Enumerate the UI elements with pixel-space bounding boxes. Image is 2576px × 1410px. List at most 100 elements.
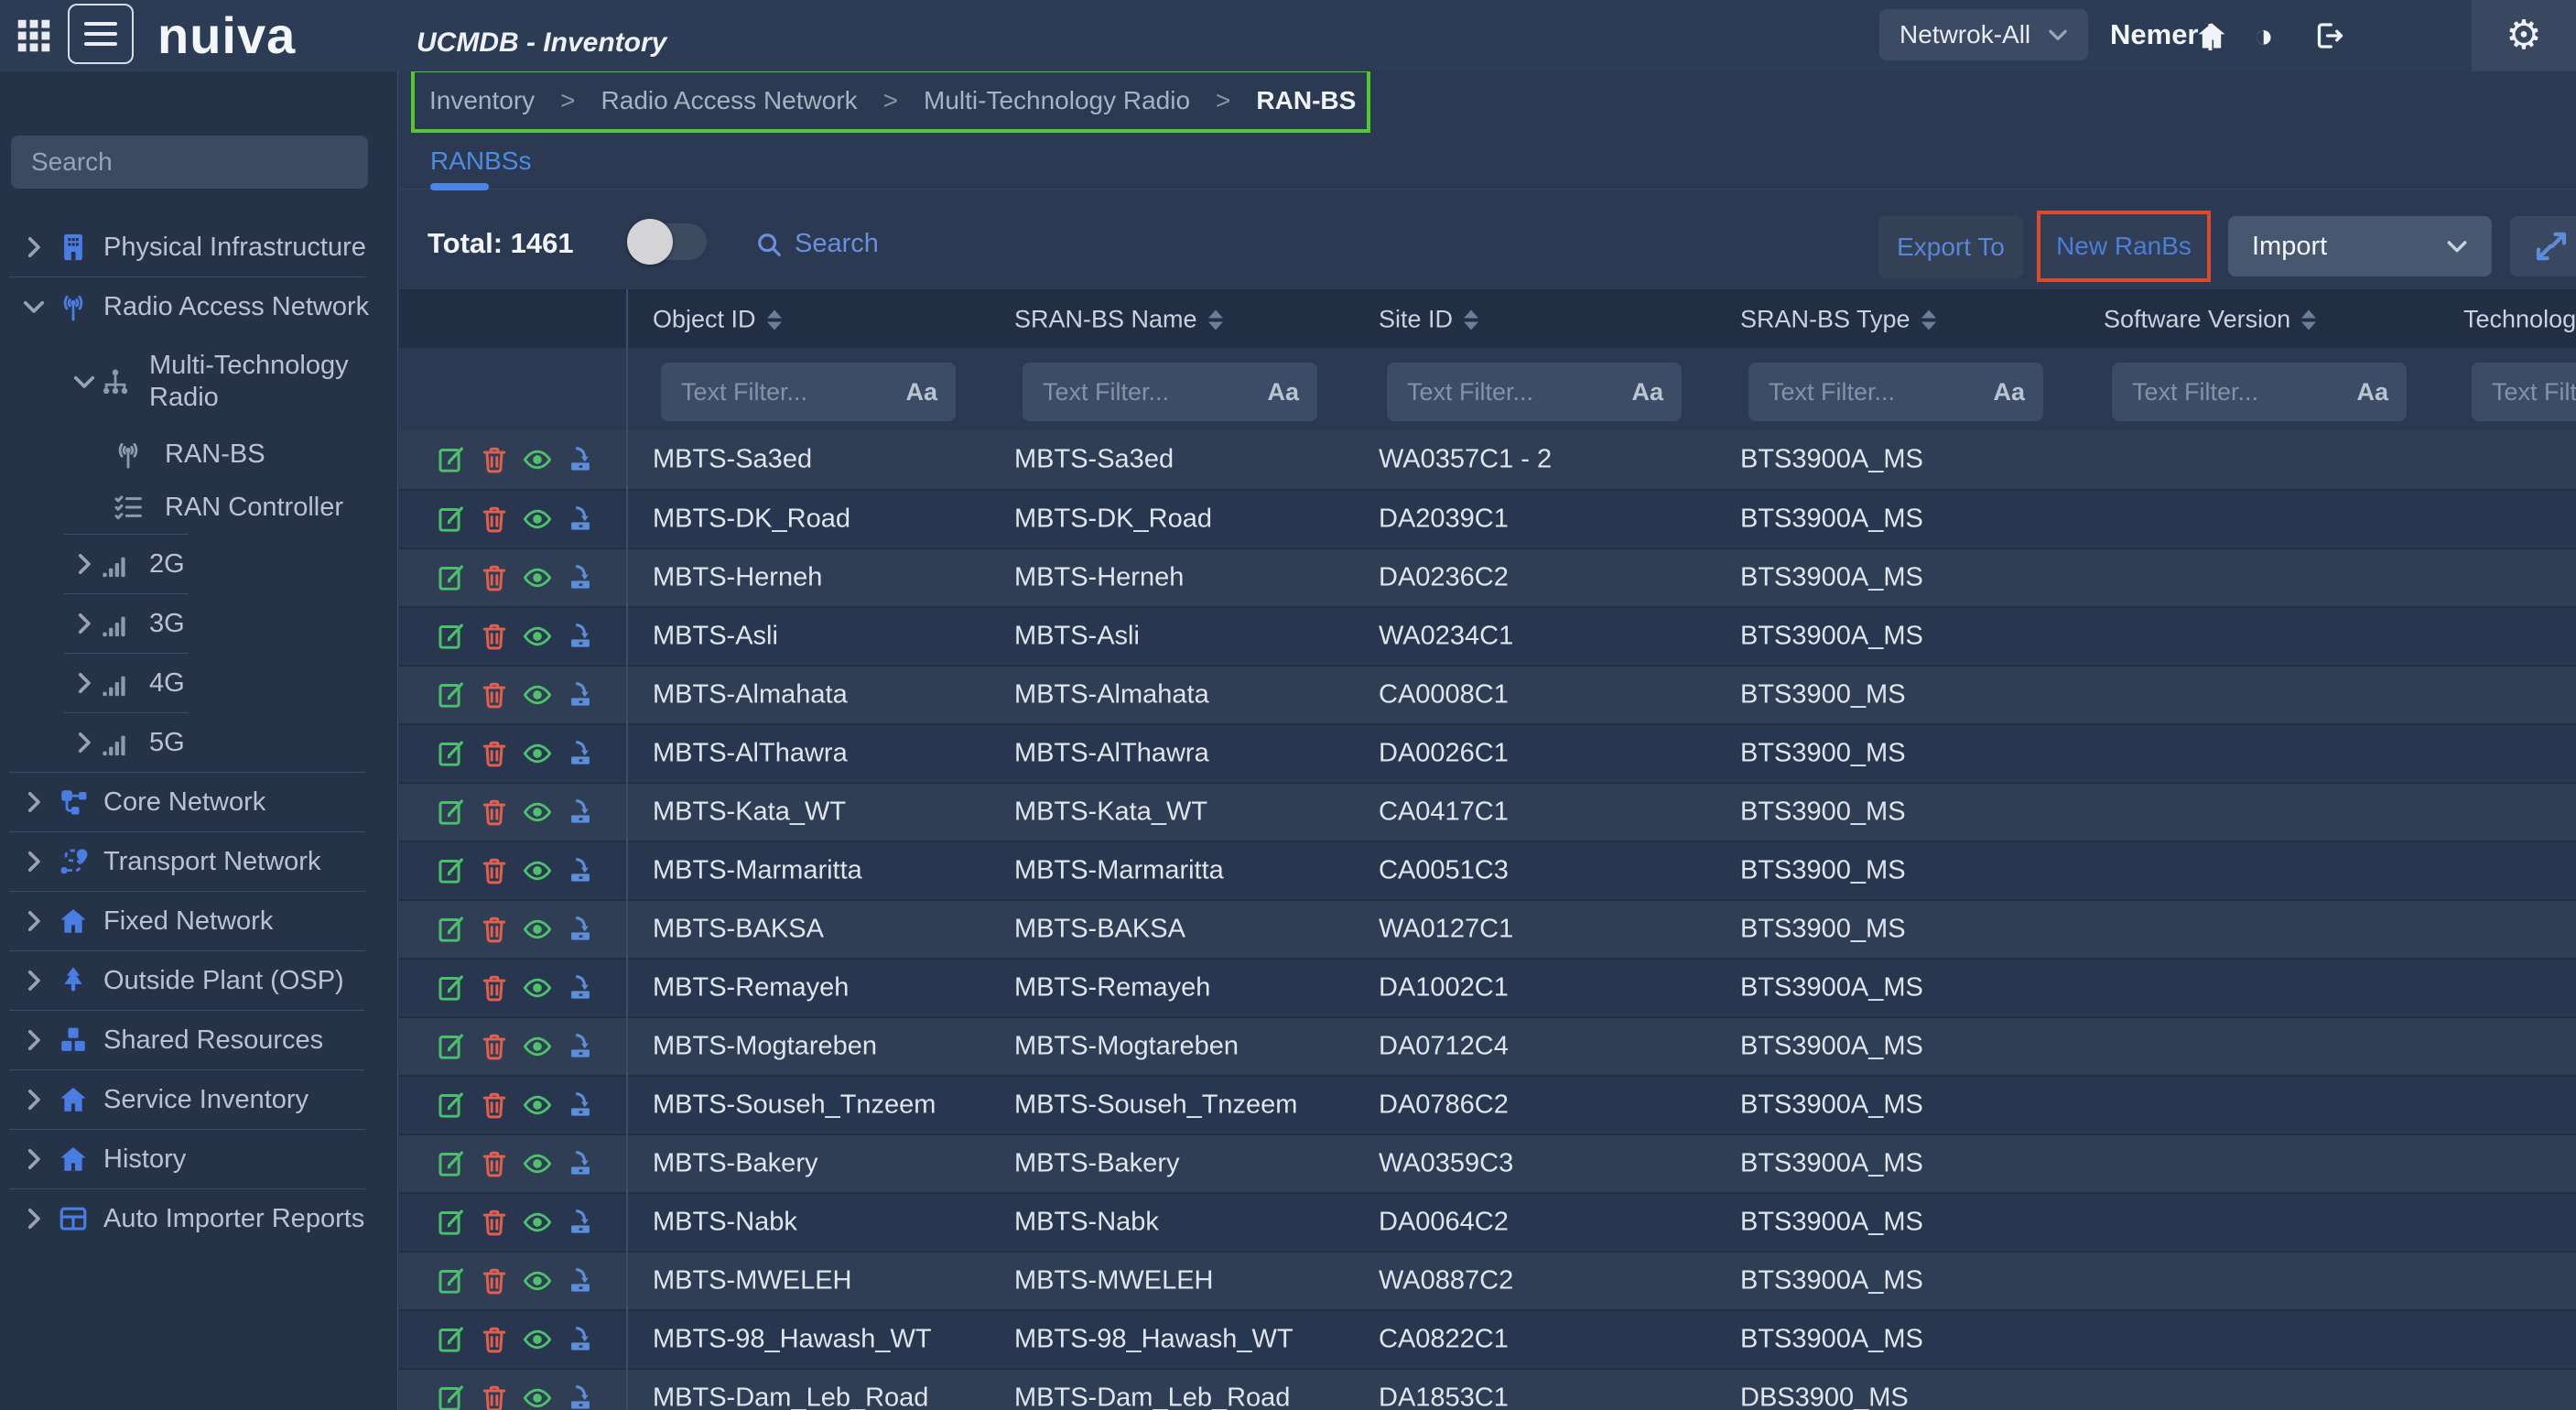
sidebar-item-ran-bs[interactable]: RAN-BS <box>0 428 397 481</box>
network-selector[interactable]: Netwrok-All <box>1879 9 2088 60</box>
delete-icon[interactable] <box>479 855 510 886</box>
text-filter-input[interactable] <box>1023 378 1267 407</box>
sidebar-item-core-network[interactable]: Core Network <box>0 773 397 831</box>
edit-icon[interactable] <box>436 914 467 945</box>
breadcrumb-item[interactable]: Multi-Technology Radio <box>924 86 1190 115</box>
expand-table-button[interactable] <box>2510 216 2576 277</box>
chevron-right-icon[interactable] <box>18 1025 49 1056</box>
sidebar-item-fixed-network[interactable]: Fixed Network <box>0 892 397 950</box>
download-icon[interactable] <box>565 444 596 475</box>
edit-icon[interactable] <box>436 797 467 828</box>
sort-icon[interactable] <box>1208 310 1223 331</box>
delete-icon[interactable] <box>479 1383 510 1410</box>
text-filter-input[interactable] <box>661 378 905 407</box>
sidebar-item-shared-resources[interactable]: Shared Resources <box>0 1011 397 1069</box>
column-header-sran-bs-type[interactable]: SRAN-BS Type <box>1740 305 1936 333</box>
toggle-knob[interactable] <box>627 219 673 265</box>
filter-toggle[interactable] <box>630 223 707 260</box>
column-header-object-id[interactable]: Object ID <box>653 305 782 333</box>
text-filter-input[interactable] <box>2472 378 2576 407</box>
view-icon[interactable] <box>522 1090 553 1121</box>
sort-icon[interactable] <box>2301 310 2316 331</box>
edit-icon[interactable] <box>436 679 467 710</box>
view-icon[interactable] <box>522 504 553 535</box>
download-icon[interactable] <box>565 1031 596 1062</box>
delete-icon[interactable] <box>479 1090 510 1121</box>
view-icon[interactable] <box>522 855 553 886</box>
delete-icon[interactable] <box>479 1148 510 1179</box>
delete-icon[interactable] <box>479 797 510 828</box>
sidebar-item-service-inventory[interactable]: Service Inventory <box>0 1070 397 1129</box>
text-filter-input[interactable] <box>1748 378 1993 407</box>
chevron-right-icon[interactable] <box>18 906 49 937</box>
view-icon[interactable] <box>522 797 553 828</box>
contrast-icon[interactable]: ◑ <box>2254 19 2287 52</box>
view-icon[interactable] <box>522 1265 553 1296</box>
view-icon[interactable] <box>522 444 553 475</box>
new-ranbs-button[interactable]: New RanBs <box>2040 214 2207 278</box>
download-icon[interactable] <box>565 1207 596 1238</box>
column-header-site-id[interactable]: Site ID <box>1379 305 1478 333</box>
delete-icon[interactable] <box>479 679 510 710</box>
download-icon[interactable] <box>565 1265 596 1296</box>
sidebar-item-physical-infrastructure[interactable]: Physical Infrastructure <box>0 218 397 277</box>
column-header-software-version[interactable]: Software Version <box>2104 305 2316 333</box>
logout-icon[interactable] <box>2312 19 2345 52</box>
sidebar-item-history[interactable]: History <box>0 1130 397 1188</box>
edit-icon[interactable] <box>436 1383 467 1410</box>
text-filter-input[interactable] <box>2112 378 2356 407</box>
delete-icon[interactable] <box>479 1207 510 1238</box>
sidebar-item-3g[interactable]: 3G <box>0 594 397 653</box>
download-icon[interactable] <box>565 504 596 535</box>
sidebar-item-outside-plant-osp[interactable]: Outside Plant (OSP) <box>0 951 397 1010</box>
chevron-right-icon[interactable] <box>69 548 100 580</box>
chevron-right-icon[interactable] <box>18 1144 49 1175</box>
case-sensitive-toggle[interactable]: Aa <box>1631 378 1682 407</box>
chevron-right-icon[interactable] <box>18 786 49 818</box>
text-filter-input[interactable] <box>1387 378 1631 407</box>
sidebar-item-ran-controller[interactable]: RAN Controller <box>0 481 397 534</box>
delete-icon[interactable] <box>479 444 510 475</box>
chevron-down-icon[interactable] <box>69 366 100 397</box>
sort-icon[interactable] <box>1921 310 1936 331</box>
delete-icon[interactable] <box>479 1031 510 1062</box>
download-icon[interactable] <box>565 562 596 593</box>
case-sensitive-toggle[interactable]: Aa <box>1267 378 1317 407</box>
edit-icon[interactable] <box>436 972 467 1003</box>
app-launcher-icon[interactable] <box>13 15 55 57</box>
view-icon[interactable] <box>522 621 553 652</box>
settings-panel[interactable]: ⚙ <box>2472 0 2576 71</box>
download-icon[interactable] <box>565 1324 596 1355</box>
view-icon[interactable] <box>522 562 553 593</box>
case-sensitive-toggle[interactable]: Aa <box>905 378 956 407</box>
edit-icon[interactable] <box>436 504 467 535</box>
delete-icon[interactable] <box>479 972 510 1003</box>
chevron-right-icon[interactable] <box>69 667 100 699</box>
edit-icon[interactable] <box>436 1090 467 1121</box>
view-icon[interactable] <box>522 914 553 945</box>
gear-icon[interactable]: ⚙ <box>2506 16 2541 56</box>
delete-icon[interactable] <box>479 738 510 769</box>
chevron-down-icon[interactable] <box>18 291 49 322</box>
breadcrumb-item[interactable]: Inventory <box>429 86 535 115</box>
delete-icon[interactable] <box>479 1324 510 1355</box>
chevron-right-icon[interactable] <box>18 1203 49 1234</box>
edit-icon[interactable] <box>436 621 467 652</box>
delete-icon[interactable] <box>479 1265 510 1296</box>
download-icon[interactable] <box>565 621 596 652</box>
sidebar-item-auto-importer-reports[interactable]: Auto Importer Reports <box>0 1189 397 1248</box>
table-search-button[interactable]: Search <box>754 229 879 259</box>
breadcrumb-item[interactable]: Radio Access Network <box>601 86 858 115</box>
delete-icon[interactable] <box>479 914 510 945</box>
chevron-right-icon[interactable] <box>18 965 49 996</box>
sidebar-item-4g[interactable]: 4G <box>0 654 397 712</box>
sidebar-item-5g[interactable]: 5G <box>0 713 397 772</box>
download-icon[interactable] <box>565 1148 596 1179</box>
sidebar-item-multi-technology-radio[interactable]: Multi-Technology Radio <box>0 336 397 428</box>
chevron-right-icon[interactable] <box>18 846 49 877</box>
view-icon[interactable] <box>522 972 553 1003</box>
export-to-button[interactable]: Export To <box>1878 216 2023 278</box>
case-sensitive-toggle[interactable]: Aa <box>2356 378 2407 407</box>
sidebar-search-input[interactable] <box>11 136 368 189</box>
download-icon[interactable] <box>565 972 596 1003</box>
